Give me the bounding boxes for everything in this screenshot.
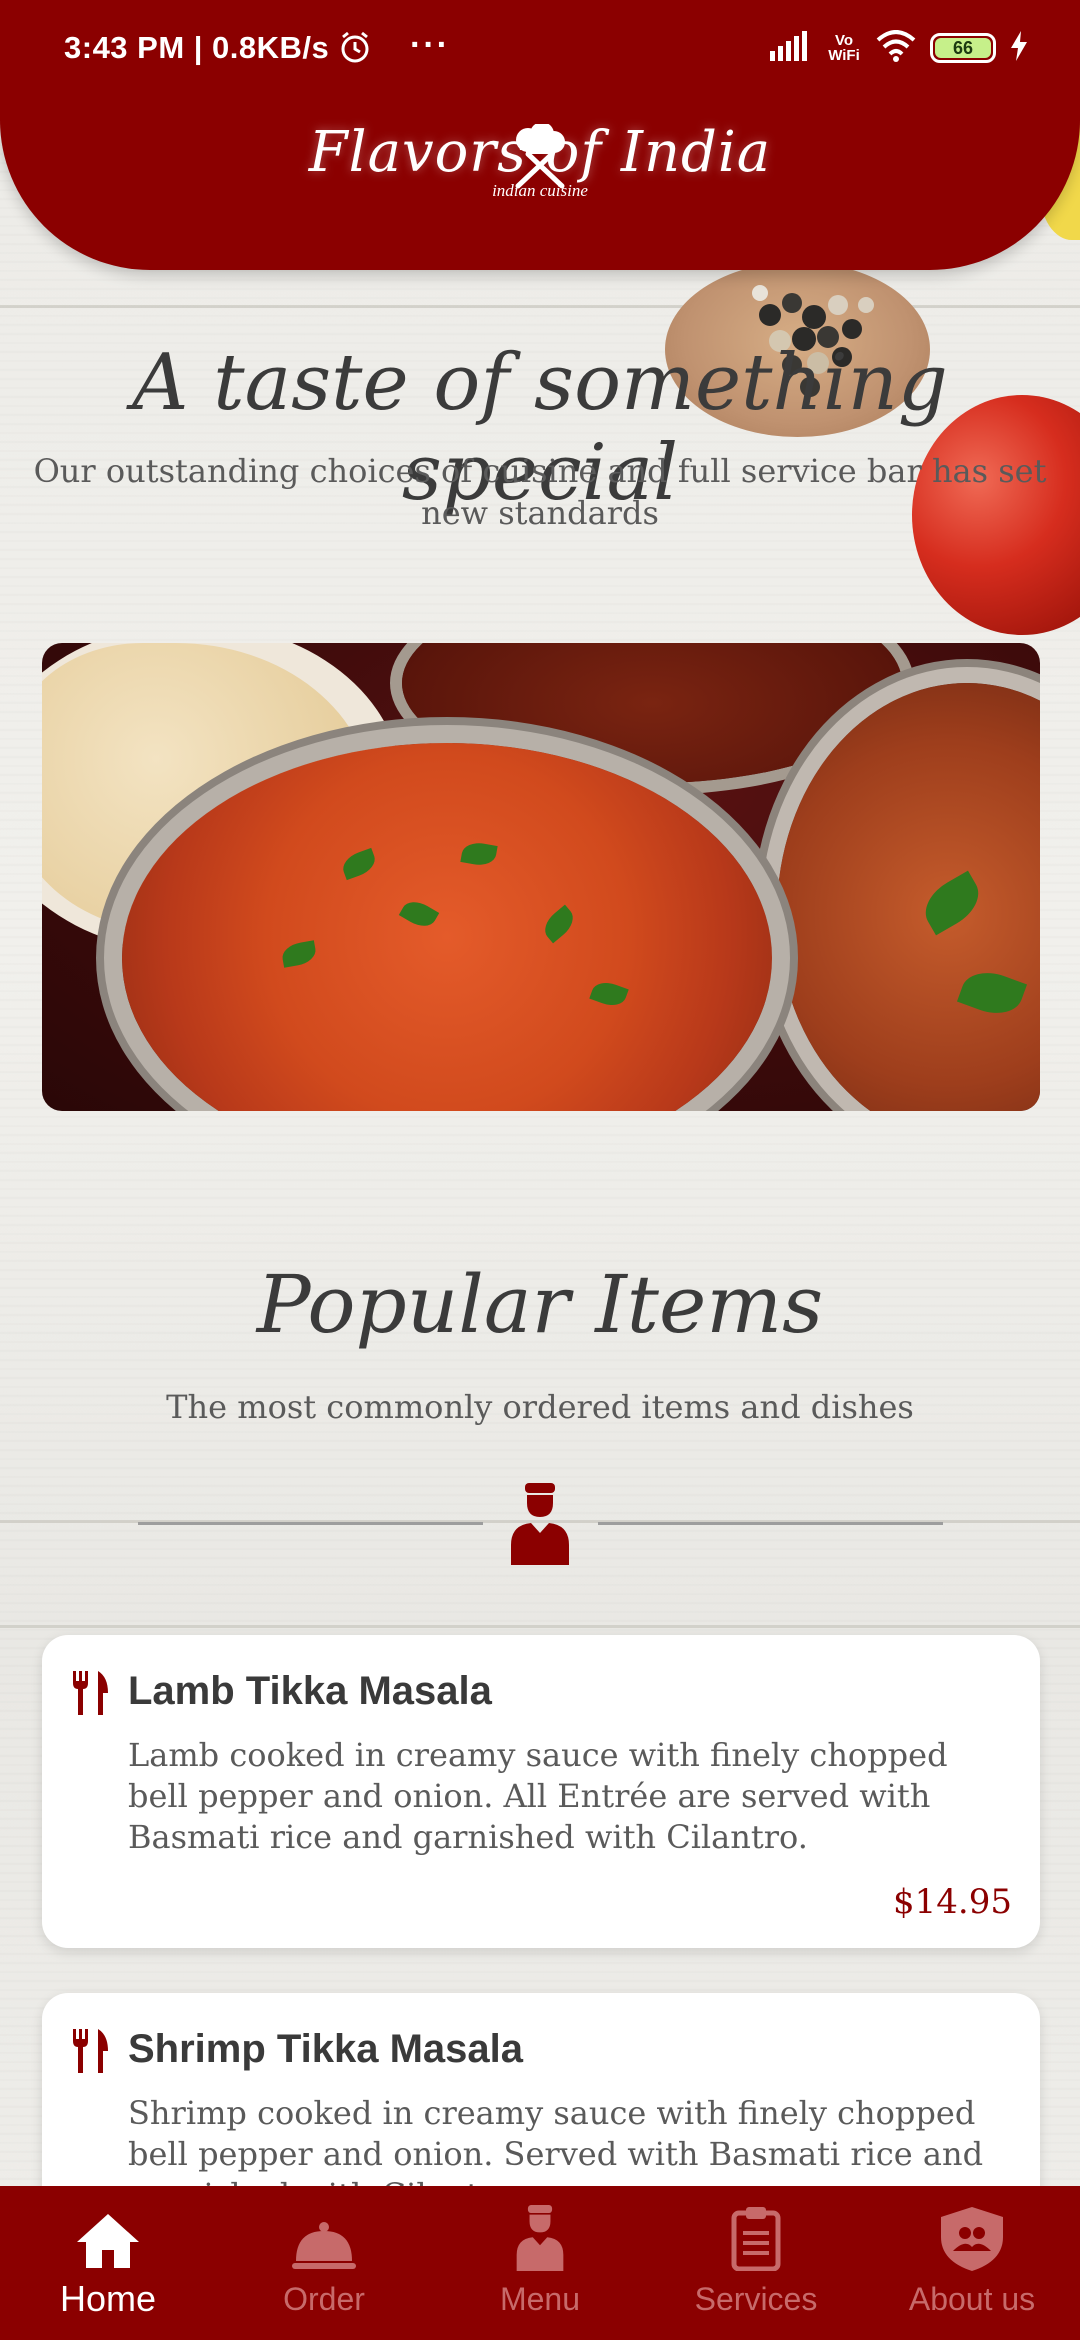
- nav-home-label: Home: [59, 2278, 157, 2319]
- home-icon: [77, 2206, 139, 2268]
- divider-right: [598, 1522, 943, 1525]
- nav-menu[interactable]: Menu: [432, 2186, 648, 2340]
- nav-order[interactable]: Order: [216, 2186, 432, 2340]
- clipboard-icon: [731, 2206, 781, 2271]
- nav-order-label: Order: [283, 2280, 365, 2317]
- nav-about[interactable]: About us: [864, 2186, 1080, 2340]
- signal-icon: [770, 31, 812, 65]
- battery-indicator: 66: [930, 33, 996, 63]
- chef-icon: [511, 1483, 569, 1569]
- battery-level: 66: [935, 38, 991, 58]
- hero-food-image: [42, 643, 1040, 1111]
- app-header: 3:43 PM | 0.8KB/s ··· Vo WiFi 66 Flavors…: [0, 0, 1080, 270]
- bottom-navigation: Home Order Menu Services About us: [0, 2186, 1080, 2340]
- status-bar: 3:43 PM | 0.8KB/s ··· Vo WiFi 66: [0, 0, 1080, 100]
- nav-services-label: Services: [694, 2280, 818, 2317]
- fork-knife-icon: [70, 1671, 110, 1719]
- popular-items-title: Popular Items: [256, 1258, 824, 1351]
- more-notifications-icon: ···: [410, 26, 450, 64]
- alarm-icon: [338, 30, 372, 68]
- divider-left: [138, 1522, 483, 1525]
- nav-services[interactable]: Services: [648, 2186, 864, 2340]
- nav-about-label: About us: [908, 2280, 1036, 2317]
- popular-items-subtitle: The most commonly ordered items and dish…: [166, 1388, 914, 1426]
- chef-hat-utensils-icon: [508, 122, 572, 194]
- status-time: 3:43 PM | 0.8KB/s: [64, 30, 330, 65]
- hero-subtitle: Our outstanding choices of cuisine and f…: [33, 452, 1047, 532]
- status-icons: Vo WiFi 66: [770, 30, 1028, 66]
- cloche-icon: [292, 2209, 356, 2271]
- fork-knife-icon: [70, 2029, 110, 2077]
- nav-home[interactable]: Home: [0, 2186, 216, 2340]
- item-name: Lamb Tikka Masala: [128, 1669, 492, 1713]
- item-name: Shrimp Tikka Masala: [128, 2027, 523, 2071]
- nav-menu-label: Menu: [499, 2280, 581, 2317]
- charging-icon: [1010, 31, 1028, 65]
- wood-seam: [0, 1625, 1080, 1628]
- volte-indicator: Vo WiFi: [828, 32, 860, 64]
- wifi-icon: [876, 30, 916, 66]
- popular-item-card[interactable]: Lamb Tikka Masala Lamb cooked in creamy …: [42, 1635, 1040, 1948]
- wood-seam: [0, 305, 1080, 308]
- chef-icon: [515, 2204, 565, 2271]
- shield-people-icon: [941, 2206, 1003, 2271]
- item-price: $14.95: [893, 1882, 1012, 1922]
- item-description: Lamb cooked in creamy sauce with finely …: [128, 1736, 948, 1856]
